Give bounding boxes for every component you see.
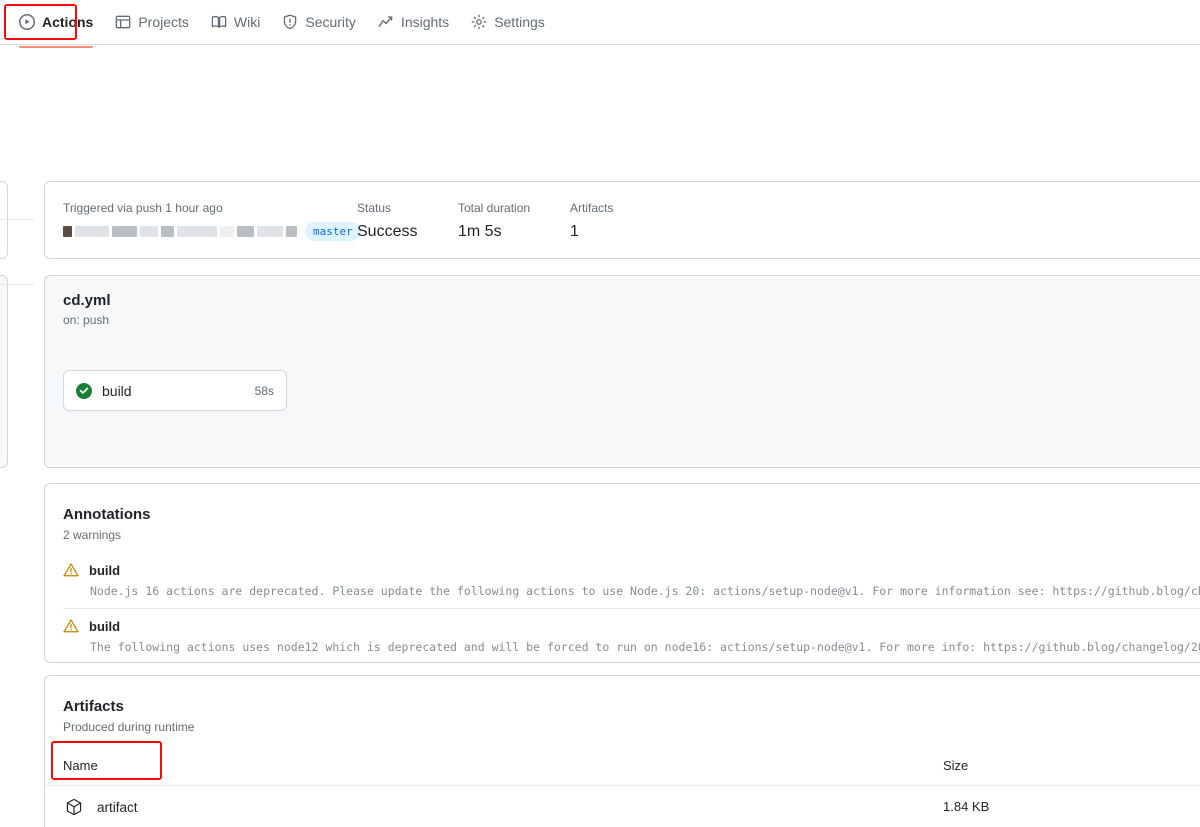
artifacts-label: Artifacts <box>570 200 613 216</box>
graph-icon <box>378 14 394 30</box>
redacted-commit-text <box>63 225 297 239</box>
annotation-divider <box>63 608 1200 609</box>
annotations-count: 2 warnings <box>63 528 121 542</box>
status-column: Status Success <box>357 200 458 242</box>
book-icon <box>211 14 227 30</box>
nav-item-label: Security <box>305 14 356 30</box>
annotations-card: Annotations 2 warnings build Node.js 16 … <box>44 483 1200 663</box>
nav-item-projects[interactable]: Projects <box>106 8 198 36</box>
nav-item-label: Wiki <box>234 14 260 30</box>
nav-item-settings[interactable]: Settings <box>462 8 554 36</box>
artifact-name: artifact <box>97 800 138 815</box>
artifacts-count-value: 1 <box>570 222 613 242</box>
duration-label: Total duration <box>458 200 570 216</box>
annotation-item[interactable]: build Node.js 16 actions are deprecated.… <box>63 562 1200 600</box>
status-label: Status <box>357 200 458 216</box>
artifacts-title: Artifacts <box>63 698 124 715</box>
duration-value: 1m 5s <box>458 222 570 242</box>
artifacts-subtitle: Produced during runtime <box>63 720 194 734</box>
workflow-card: cd.yml on: push build 58s <box>44 275 1200 468</box>
table-icon <box>115 14 131 30</box>
nav-item-label: Actions <box>42 14 93 30</box>
annotation-head: build <box>63 618 1200 634</box>
workflow-file-name: cd.yml <box>63 292 111 309</box>
check-circle-icon <box>76 383 92 399</box>
status-value: Success <box>357 222 458 242</box>
artifacts-table-header: Name Size <box>45 750 1200 786</box>
play-circle-icon <box>19 14 35 30</box>
clipped-edge-panel <box>0 275 8 468</box>
artifact-row[interactable]: artifact 1.84 KB <box>45 786 1200 827</box>
warning-icon <box>63 618 79 634</box>
nav-item-insights[interactable]: Insights <box>369 8 458 36</box>
job-card-build[interactable]: build 58s <box>63 370 287 411</box>
clipped-edge-divider <box>0 284 34 285</box>
job-duration: 58s <box>255 384 274 398</box>
column-header-size: Size <box>943 758 968 773</box>
trigger-column: Triggered via push 1 hour ago <box>63 200 357 242</box>
duration-column: Total duration 1m 5s <box>458 200 570 242</box>
artifacts-count-column: Artifacts 1 <box>570 200 613 242</box>
clipped-edge-panel <box>0 181 8 259</box>
branch-badge[interactable]: master <box>305 222 361 241</box>
nav-item-wiki[interactable]: Wiki <box>202 8 269 36</box>
annotation-head: build <box>63 562 1200 578</box>
run-summary-card: Triggered via push 1 hour ago <box>44 181 1200 259</box>
warning-icon <box>63 562 79 578</box>
annotation-job-name: build <box>89 563 120 578</box>
artifacts-card: Artifacts Produced during runtime Name S… <box>44 675 1200 827</box>
commit-row: master <box>63 222 357 241</box>
nav-item-label: Settings <box>494 14 545 30</box>
clipped-edge-divider <box>0 219 34 220</box>
column-header-name: Name <box>63 758 98 773</box>
trigger-label: Triggered via push 1 hour ago <box>63 200 357 216</box>
shield-icon <box>282 14 298 30</box>
job-name: build <box>102 383 255 399</box>
artifact-name-cell[interactable]: artifact <box>65 798 138 816</box>
annotation-message: Node.js 16 actions are deprecated. Pleas… <box>90 583 1200 600</box>
nav-item-actions[interactable]: Actions <box>10 8 102 36</box>
annotation-message: The following actions uses node12 which … <box>90 639 1200 656</box>
gear-icon <box>471 14 487 30</box>
artifact-size: 1.84 KB <box>943 799 989 814</box>
package-icon <box>65 798 83 816</box>
annotation-item[interactable]: build The following actions uses node12 … <box>63 618 1200 656</box>
nav-item-label: Projects <box>138 14 189 30</box>
nav-item-label: Insights <box>401 14 449 30</box>
workflow-trigger: on: push <box>63 313 109 327</box>
repo-nav: Actions Projects Wiki Security <box>0 0 1200 45</box>
annotation-job-name: build <box>89 619 120 634</box>
nav-item-security[interactable]: Security <box>273 8 365 36</box>
annotations-title: Annotations <box>63 506 151 523</box>
